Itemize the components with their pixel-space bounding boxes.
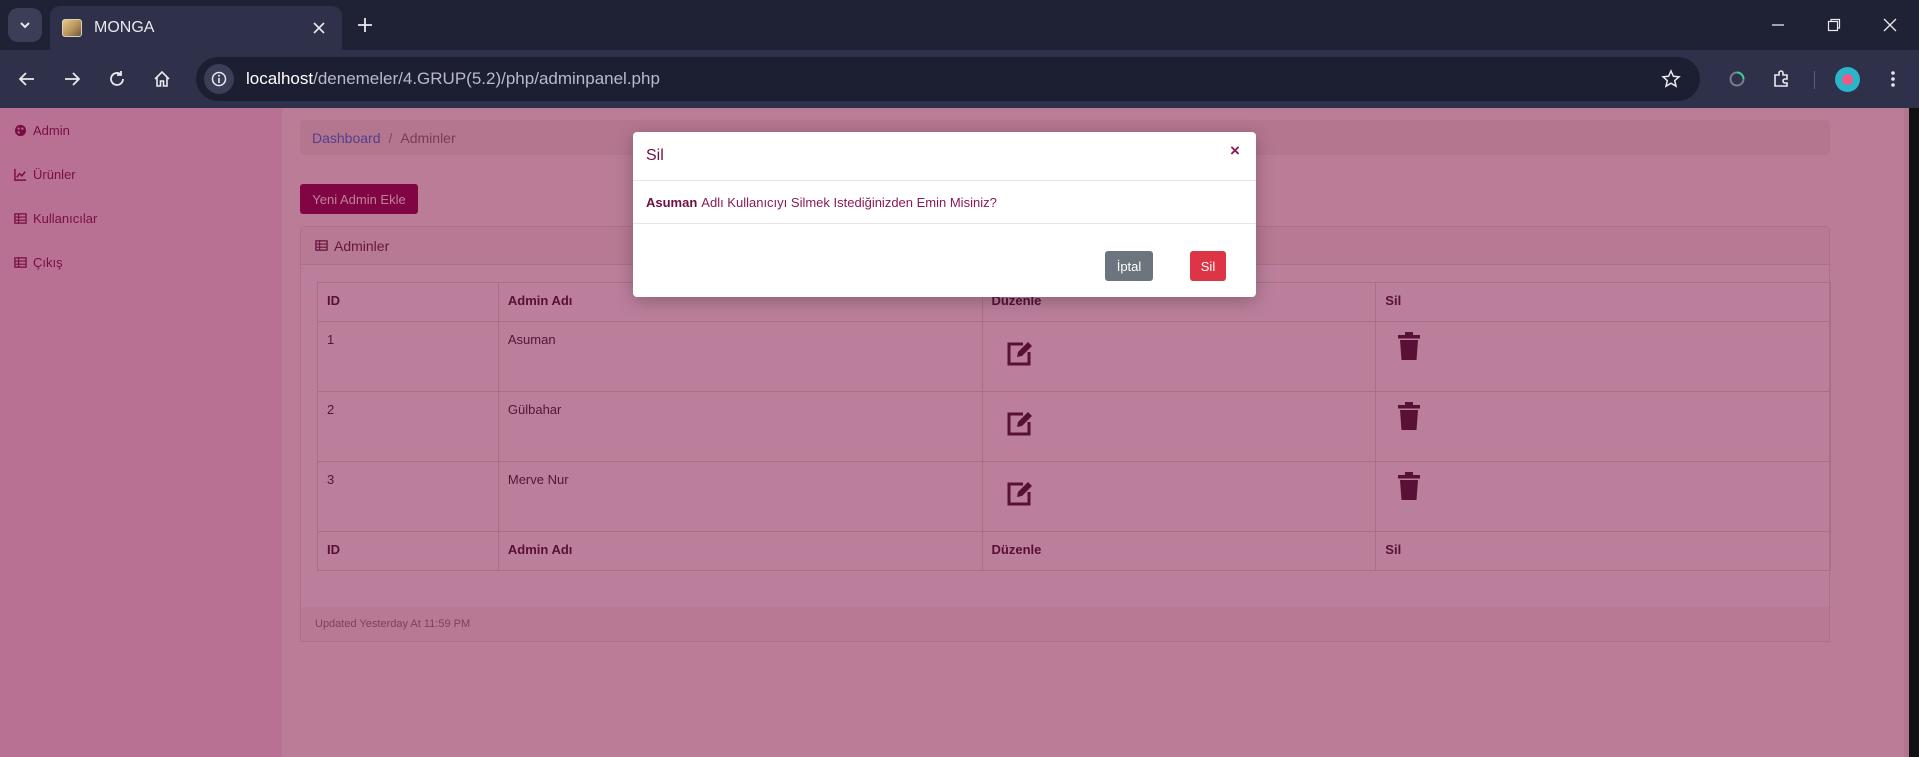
home-icon [154,70,170,87]
extensions-button[interactable] [1764,62,1798,96]
browser-toolbar: localhost/denemeler/4.GRUP(5.2)/php/admi… [0,50,1919,108]
confirm-delete-button[interactable]: Sil [1190,251,1226,281]
address-bar[interactable]: localhost/denemeler/4.GRUP(5.2)/php/admi… [196,57,1700,101]
modal-message: Adlı Kullanıcıyı Silmek Istediğinizden E… [701,194,997,210]
back-button[interactable] [10,62,44,96]
forward-button[interactable] [55,62,89,96]
restore-icon [1827,18,1841,32]
tab-close-button[interactable] [308,17,330,39]
restore-button[interactable] [1814,8,1854,42]
cancel-button[interactable]: İptal [1105,251,1153,281]
modal-body: Asuman Adlı Kullanıcıyı Silmek Istediğin… [633,181,1256,224]
bookmark-button[interactable] [1654,62,1688,96]
browser-tab[interactable]: MONGA [50,6,342,50]
url-host: localhost [246,69,314,88]
arrow-right-icon [65,72,81,86]
delete-confirm-modal: Sil × Asuman Adlı Kullanıcıyı Silmek Ist… [633,132,1256,297]
performance-extension-button[interactable] [1720,62,1754,96]
modal-title: Sil [646,147,664,164]
profile-avatar[interactable] [1835,67,1860,92]
close-icon [313,22,325,34]
url-path: /denemeler/4.GRUP(5.2)/php/adminpanel.ph… [313,69,660,88]
performance-icon [1729,71,1745,87]
window-close-button[interactable] [1870,8,1910,42]
tab-title: MONGA [94,19,155,36]
reload-button[interactable] [100,62,134,96]
reload-icon [110,71,124,86]
tab-search-button[interactable] [8,8,42,42]
plus-icon [358,18,372,32]
site-info-button[interactable] [204,64,234,94]
window-edge [1909,108,1919,757]
home-button[interactable] [145,62,179,96]
new-tab-button[interactable] [350,10,380,40]
browser-tabstrip: MONGA [0,0,1919,50]
chevron-down-icon [20,22,30,29]
info-icon [211,71,227,87]
star-icon [1661,69,1681,88]
minimize-icon [1772,24,1784,26]
url-text: localhost/denemeler/4.GRUP(5.2)/php/admi… [246,69,1654,89]
arrow-left-icon [18,72,34,86]
close-icon [1883,18,1897,32]
favicon-icon [62,19,82,37]
minimize-button[interactable] [1758,8,1798,42]
browser-menu-button[interactable] [1876,62,1910,96]
modal-header: Sil × [633,132,1256,181]
toolbar-divider [1814,71,1815,89]
more-vert-icon [1891,71,1895,87]
modal-close-button[interactable]: × [1226,141,1244,160]
puzzle-icon [1774,70,1788,87]
modal-user-name: Asuman [646,194,698,210]
